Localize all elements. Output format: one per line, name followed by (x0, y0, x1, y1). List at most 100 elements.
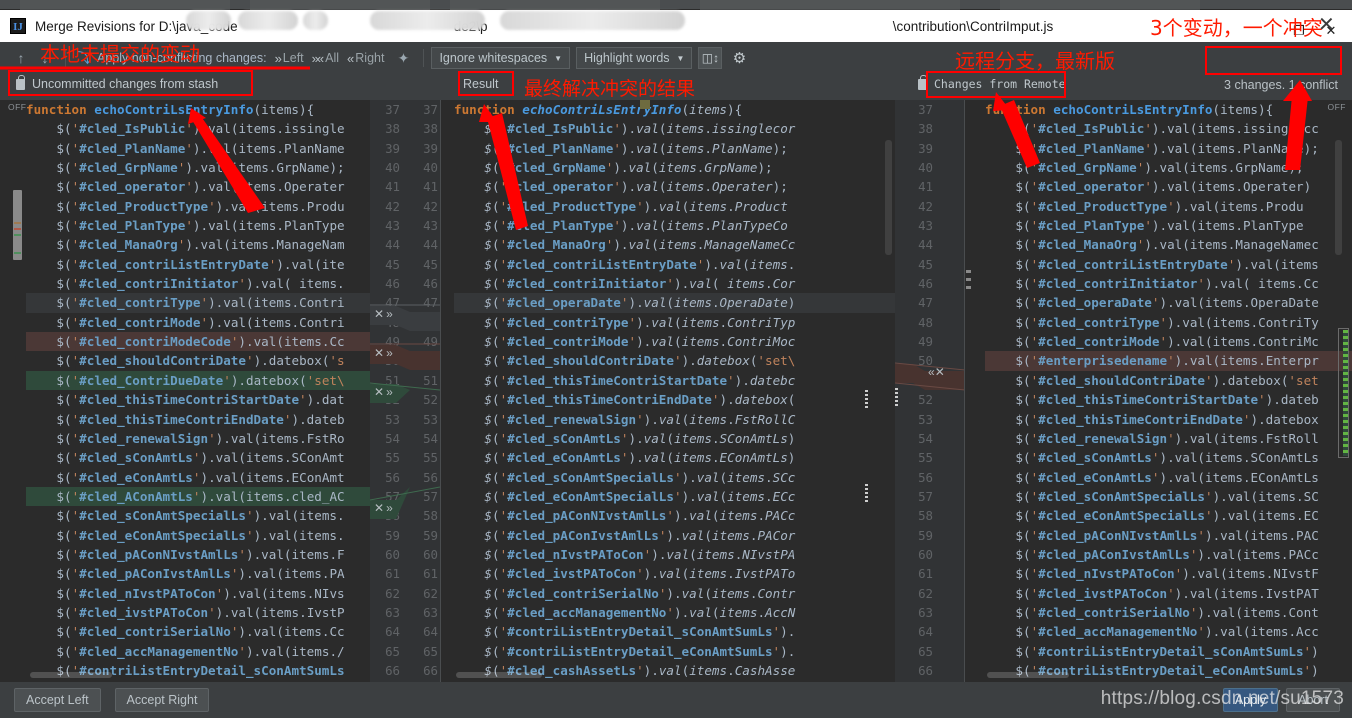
line-number: 58 (423, 506, 438, 525)
line-number: 38 (918, 119, 933, 138)
left-horizontal-scrollbar[interactable] (30, 672, 112, 678)
apply-right-chevron-icon[interactable]: » (386, 346, 391, 360)
revert-change-icon[interactable]: ✕ (374, 307, 384, 321)
code-line: $('#cled_ProductType').val(items.Produ (26, 197, 370, 216)
left-gutter-marker-51[interactable]: ✕ » (374, 385, 391, 399)
code-line: $('#cled_contriModeCode').val(items.Cc (26, 332, 370, 351)
code-line: $('#cled_contriSerialNo').val(items.Cc (26, 622, 370, 641)
line-number: 53 (374, 410, 400, 429)
code-line: $('#cled_ManaOrg').val(items.ManageNam (26, 235, 370, 254)
code-line: $('#cled_thisTimeContriStartDate').dat (26, 390, 370, 409)
minimap-mark-added (14, 252, 21, 254)
code-line: $('#cled_contriListEntryDate').val(items… (454, 255, 895, 274)
redacted-path-block (303, 11, 328, 30)
redacted-path-block (238, 11, 298, 30)
center-drag-handle[interactable] (865, 484, 868, 504)
line-number: 52 (423, 390, 438, 409)
code-line: $('#cled_contriType').val(items.Contri (26, 293, 370, 312)
left-gutter-marker-57[interactable]: ✕ » (374, 501, 391, 515)
line-number: 44 (374, 235, 400, 254)
right-drag-handle[interactable] (895, 388, 898, 408)
apply-right-label: Right (355, 51, 384, 65)
apply-right-chevron-icon[interactable]: » (386, 501, 391, 515)
right-horizontal-scrollbar[interactable] (987, 672, 1069, 678)
apply-right-chevron-icon[interactable]: » (386, 385, 391, 399)
apply-right-button[interactable]: « Right (347, 51, 384, 66)
line-number: 53 (918, 410, 933, 429)
highlight-words-select[interactable]: Highlight words ▼ (576, 47, 692, 69)
line-number: 48 (918, 313, 933, 332)
code-line: $('#cled_PlanType').val(items.PlanType (26, 216, 370, 235)
code-line: $('#cled_ProductType').val(items.Produ (985, 197, 1352, 216)
center-right-divider (964, 100, 965, 682)
center-pane-title: Result (463, 77, 498, 91)
center-drag-handle[interactable] (865, 390, 868, 410)
right-gutter-marker-50[interactable]: « ✕ (928, 365, 945, 379)
line-number: 48 (423, 313, 438, 332)
apply-all-icon[interactable]: ⤵ (73, 47, 95, 69)
ignore-whitespaces-select[interactable]: Ignore whitespaces ▼ (431, 47, 570, 69)
editor-settings-icon[interactable]: ◫↕ (698, 47, 722, 69)
code-line: $('#cled_ManaOrg').val(items.ManageNameC… (454, 235, 895, 254)
apply-right-chevron-icon[interactable]: » (386, 307, 391, 321)
highlight-words-value: Highlight words (584, 51, 669, 65)
line-number: 45 (423, 255, 438, 274)
accept-right-button[interactable]: Accept Right (115, 688, 210, 712)
line-number: 42 (374, 197, 400, 216)
code-line: $('#cled_accManagementNo').val(items.Acc (985, 622, 1352, 641)
revert-change-icon[interactable]: ✕ (374, 385, 384, 399)
revert-change-icon[interactable]: ✕ (374, 346, 384, 360)
right-minimap-mark (966, 286, 971, 289)
previous-difference-icon[interactable]: ↑ (10, 47, 32, 69)
magic-wand-icon[interactable]: ✦ (392, 47, 414, 69)
double-chevron-both-icon: »« (312, 51, 322, 66)
code-line: $('#cled_sConAmtLs').val(items.SConAmtLs… (454, 429, 895, 448)
line-number: 40 (374, 158, 400, 177)
apply-button[interactable]: Apply (1223, 688, 1278, 712)
revert-change-icon[interactable]: ✕ (935, 365, 945, 379)
right-minimap-mark (966, 270, 971, 273)
line-number: 46 (918, 274, 933, 293)
left-pane-title: Uncommitted changes from stash (16, 77, 218, 91)
left-gutter: 3738394041424344454647484950515253545556… (370, 100, 440, 682)
right-vertical-scrollbar[interactable] (1335, 140, 1342, 255)
center-vertical-scrollbar[interactable] (885, 140, 892, 255)
right-pane-title: Changes from Remote (918, 77, 1066, 91)
next-difference-icon[interactable]: ↓ (34, 47, 56, 69)
close-button[interactable]: ✕ (1316, 20, 1346, 42)
maximize-button[interactable]: ❐ (1284, 20, 1314, 42)
line-number: 66 (374, 661, 400, 680)
left-minimap-thumb[interactable] (13, 190, 22, 260)
revert-change-icon[interactable]: ✕ (374, 501, 384, 515)
line-number: 37 (374, 100, 400, 119)
abort-button[interactable]: Abort (1286, 688, 1340, 712)
line-number: 60 (374, 545, 400, 564)
code-line: $('#cled_GrpName').val(items.GrpName); (985, 158, 1352, 177)
code-line: $('#cled_AConAmtLs').val(items.cled_AC (26, 487, 370, 506)
line-number: 51 (423, 371, 438, 390)
left-minimap[interactable] (13, 100, 22, 682)
right-off-label: OFF (1328, 102, 1347, 112)
code-line: $('#cled_PlanType').val(items.PlanType (985, 216, 1352, 235)
apply-left-chevron-icon[interactable]: « (928, 365, 933, 379)
right-stripe-added (1343, 330, 1348, 456)
left-editor-pane[interactable]: function echoContriLsEntryInfo(items){ $… (0, 100, 370, 682)
code-line: $('#cled_operaDate').val(items.OperaDate (985, 293, 1352, 312)
gear-icon[interactable]: ⚙ (728, 47, 750, 69)
code-line: $('#cled_shouldContriDate').datebox('set (985, 371, 1352, 390)
line-number: 37 (423, 100, 438, 119)
accept-left-button[interactable]: Accept Left (14, 688, 101, 712)
line-number: 39 (918, 139, 933, 158)
center-horizontal-scrollbar[interactable] (456, 672, 542, 678)
result-editor-pane[interactable]: function echoContriLsEntryInfo(items){ $… (440, 100, 895, 682)
line-number: 40 (918, 158, 933, 177)
apply-left-button[interactable]: » Left (275, 51, 304, 66)
apply-all-button[interactable]: »« All (312, 51, 339, 66)
code-line: $('#cled_shouldContriDate').datebox('set… (454, 351, 895, 370)
left-gutter-marker-49[interactable]: ✕ » (374, 346, 391, 360)
right-editor-pane[interactable]: function echoContriLsEntryInfo(items){ $… (965, 100, 1352, 682)
code-line: $('#cled_ContriDueDate').datebox('set\ (26, 371, 370, 390)
line-number: 65 (374, 642, 400, 661)
left-gutter-marker-47[interactable]: ✕ » (374, 307, 391, 321)
chevron-down-icon: ▼ (677, 54, 685, 63)
